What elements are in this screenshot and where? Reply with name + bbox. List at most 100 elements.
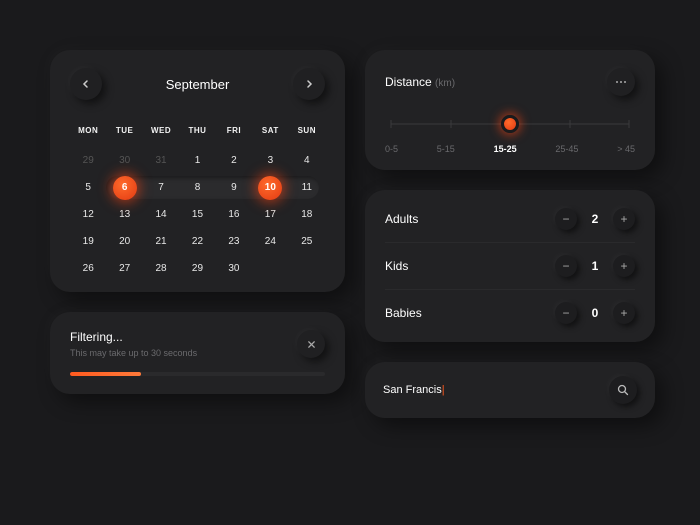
calendar-day[interactable]: 14 <box>143 201 179 228</box>
filtering-subtitle: This may take up to 30 seconds <box>70 348 197 358</box>
search-input[interactable]: San Francis| <box>383 384 599 396</box>
calendar-day[interactable]: 5 <box>70 174 106 201</box>
filtering-progress <box>70 372 325 376</box>
calendar-day[interactable]: 24 <box>252 228 288 255</box>
calendar-day[interactable]: 9 <box>216 174 252 201</box>
distance-option[interactable]: 5-15 <box>437 144 455 154</box>
calendar-day[interactable]: 8 <box>179 174 215 201</box>
calendar-dow: MON <box>70 120 106 147</box>
guests-card: Adults−2+Kids−1+Babies−0+ <box>365 190 655 342</box>
more-icon <box>615 80 627 84</box>
calendar-day[interactable]: 19 <box>70 228 106 255</box>
calendar-day[interactable]: 17 <box>252 201 288 228</box>
calendar-week: 12131415161718 <box>70 201 325 228</box>
distance-tick <box>391 120 392 128</box>
guest-increment-button[interactable]: + <box>613 255 635 277</box>
distance-option[interactable]: > 45 <box>617 144 635 154</box>
guest-value: 0 <box>589 306 601 320</box>
calendar-day[interactable]: 18 <box>289 201 325 228</box>
guest-stepper: −0 + <box>555 302 635 324</box>
guest-decrement-button[interactable]: − <box>555 208 577 230</box>
search-card: San Francis| <box>365 362 655 418</box>
search-value: San Francis <box>383 384 442 396</box>
calendar-day[interactable]: 11 <box>289 174 325 201</box>
calendar-day[interactable]: 25 <box>289 228 325 255</box>
calendar-card: September MONTUEWEDTHUFRISATSUN 29303112… <box>50 50 345 292</box>
distance-slider[interactable] <box>391 114 629 134</box>
distance-option[interactable]: 25-45 <box>555 144 578 154</box>
calendar-dow: SUN <box>289 120 325 147</box>
distance-title: Distance (km) <box>385 75 455 89</box>
guest-stepper: −2 + <box>555 208 635 230</box>
calendar-day[interactable]: 13 <box>106 201 142 228</box>
calendar-dow: TUE <box>106 120 142 147</box>
guest-increment-button[interactable]: + <box>613 208 635 230</box>
distance-tick <box>450 120 451 128</box>
calendar-day[interactable] <box>252 255 288 282</box>
calendar-range-start[interactable]: 6 <box>113 176 137 200</box>
calendar-week: 5 789 11 6 10 <box>70 174 325 201</box>
guest-row: Babies −0 + <box>385 289 635 336</box>
calendar-day[interactable]: 30 <box>106 147 142 174</box>
search-button[interactable] <box>609 376 637 404</box>
calendar-day[interactable]: 28 <box>143 255 179 282</box>
guest-value: 1 <box>589 259 601 273</box>
calendar-day[interactable]: 31 <box>143 147 179 174</box>
guest-label: Adults <box>385 212 418 226</box>
chevron-left-icon <box>81 79 91 89</box>
distance-unit: (km) <box>435 78 455 89</box>
calendar-day[interactable] <box>289 255 325 282</box>
calendar-day[interactable]: 1 <box>179 147 215 174</box>
calendar-month-label: September <box>166 77 230 92</box>
calendar-day[interactable]: 29 <box>179 255 215 282</box>
calendar-week: 2627282930 <box>70 255 325 282</box>
calendar-day[interactable]: 12 <box>70 201 106 228</box>
calendar-day[interactable]: 29 <box>70 147 106 174</box>
guest-decrement-button[interactable]: − <box>555 302 577 324</box>
distance-card: Distance (km) 0-5 5-15 15-25 25-45 > 45 <box>365 50 655 170</box>
calendar-day[interactable]: 15 <box>179 201 215 228</box>
calendar-day[interactable]: 30 <box>216 255 252 282</box>
calendar-day[interactable]: 16 <box>216 201 252 228</box>
calendar-day[interactable]: 4 <box>289 147 325 174</box>
distance-thumb[interactable] <box>501 115 519 133</box>
calendar-dow: FRI <box>216 120 252 147</box>
filtering-close-button[interactable] <box>297 330 325 358</box>
distance-option[interactable]: 0-5 <box>385 144 398 154</box>
calendar-day[interactable]: 22 <box>179 228 215 255</box>
calendar-dow: WED <box>143 120 179 147</box>
calendar-day[interactable]: 26 <box>70 255 106 282</box>
calendar-day[interactable]: 2 <box>216 147 252 174</box>
calendar-day[interactable]: 27 <box>106 255 142 282</box>
guest-label: Kids <box>385 259 408 273</box>
filtering-title: Filtering... <box>70 330 197 344</box>
calendar-week: 2930311234 <box>70 147 325 174</box>
chevron-right-icon <box>304 79 314 89</box>
calendar-day[interactable]: 23 <box>216 228 252 255</box>
distance-option[interactable]: 15-25 <box>494 144 517 154</box>
search-icon <box>617 384 629 396</box>
distance-title-text: Distance <box>385 75 432 89</box>
calendar-dow: THU <box>179 120 215 147</box>
calendar-next-button[interactable] <box>293 68 325 100</box>
distance-tick <box>629 120 630 128</box>
calendar-prev-button[interactable] <box>70 68 102 100</box>
guest-increment-button[interactable]: + <box>613 302 635 324</box>
text-cursor: | <box>442 384 445 396</box>
calendar-day[interactable]: 3 <box>252 147 288 174</box>
calendar-week: 19202122232425 <box>70 228 325 255</box>
filtering-card: Filtering... This may take up to 30 seco… <box>50 312 345 394</box>
calendar-day[interactable]: 20 <box>106 228 142 255</box>
calendar-range-end[interactable]: 10 <box>258 176 282 200</box>
guest-row: Adults −2 + <box>385 196 635 242</box>
guest-value: 2 <box>589 212 601 226</box>
distance-more-button[interactable] <box>607 68 635 96</box>
guest-row: Kids −1 + <box>385 242 635 289</box>
close-icon <box>307 340 316 349</box>
calendar-day[interactable]: 21 <box>143 228 179 255</box>
guest-decrement-button[interactable]: − <box>555 255 577 277</box>
guest-label: Babies <box>385 306 422 320</box>
guest-stepper: −1 + <box>555 255 635 277</box>
calendar-day[interactable]: 7 <box>143 174 179 201</box>
calendar-dow: SAT <box>252 120 288 147</box>
